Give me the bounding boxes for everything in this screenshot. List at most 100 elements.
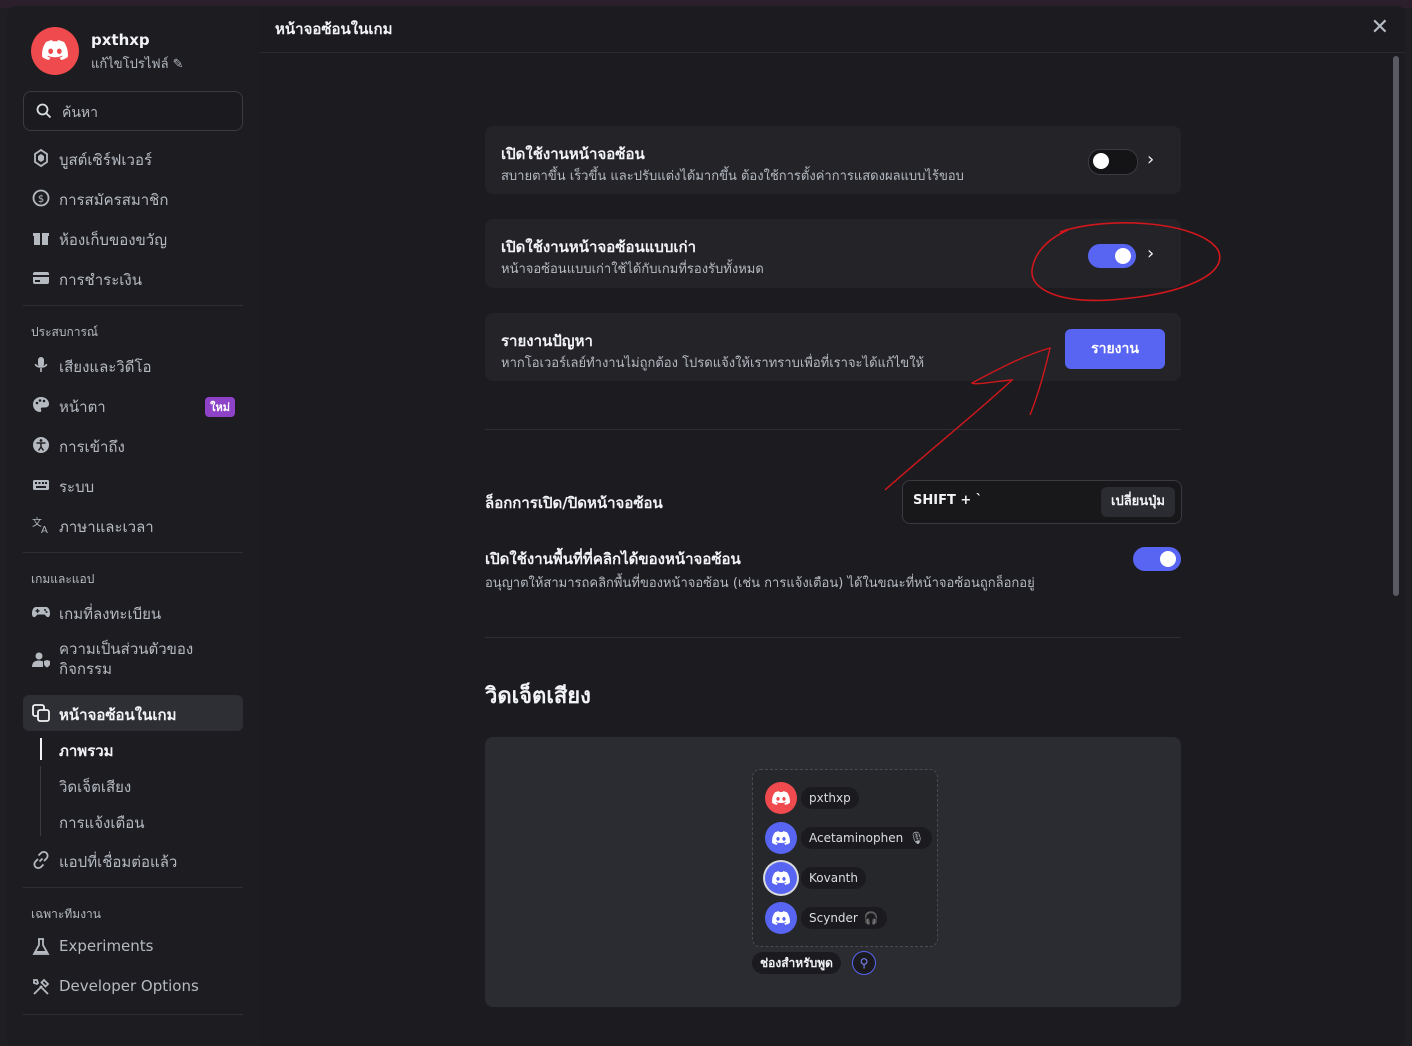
sidebar-item-label: ระบบ bbox=[59, 478, 95, 496]
voice-widget: pxthxp Acetaminophen 🎙 Kovanth Scynder 🎧 bbox=[752, 769, 938, 947]
keybind-value: SHIFT + ` bbox=[913, 493, 983, 508]
subnav-indicator-active bbox=[40, 738, 42, 760]
section-divider bbox=[485, 429, 1181, 430]
boost-gem-icon bbox=[34, 148, 48, 168]
headset-muted-icon: 🎧 bbox=[863, 911, 879, 925]
sidebar-item-server-boost[interactable]: บูสต์เซิร์ฟเวอร์ bbox=[23, 140, 243, 176]
sidebar-item-label: เสียงและวิดีโอ bbox=[59, 358, 152, 376]
tools-icon bbox=[33, 978, 50, 995]
subnav-overview[interactable]: ภาพรวม bbox=[59, 739, 114, 763]
voice-user-name: Kovanth bbox=[801, 867, 866, 889]
avatar bbox=[765, 782, 797, 814]
gamepad-icon bbox=[32, 607, 50, 618]
section-title-staff-only: เฉพาะทีมงาน bbox=[31, 907, 101, 921]
sidebar-item-subscriptions[interactable]: $ การสมัครสมาชิก bbox=[23, 180, 243, 216]
report-issue-description: หากโอเวอร์เลย์ทำงานไม่ถูกต้อง โปรดแจ้งให… bbox=[501, 356, 925, 371]
section-title-games-apps: เกมและแอป bbox=[31, 572, 95, 586]
sidebar-divider bbox=[23, 1014, 243, 1015]
discord-logo-icon bbox=[772, 791, 790, 805]
voice-user-name: pxthxp bbox=[801, 787, 859, 809]
sidebar-item-registered-games[interactable]: เกมที่ลงทะเบียน bbox=[23, 594, 243, 630]
settings-window: pxthxp แก้ไขโปรไฟล์ ✎ ค้นหา บูสต์เซิร์ฟเว… bbox=[7, 6, 1405, 1046]
voice-user-name: Acetaminophen 🎙 bbox=[801, 827, 933, 849]
pin-icon[interactable]: ⚲ bbox=[852, 951, 876, 975]
enable-overlay-title: เปิดใช้งานหน้าจอซ้อน bbox=[501, 145, 645, 163]
sidebar-item-developer-options[interactable]: Developer Options bbox=[23, 969, 243, 1005]
change-keybind-button[interactable]: เปลี่ยนปุ่ม bbox=[1101, 487, 1175, 517]
sidebar-item-language-time[interactable]: 文A ภาษาและเวลา bbox=[23, 507, 243, 543]
sidebar-item-label: ความเป็นส่วนตัวของกิจกรรม bbox=[59, 640, 194, 678]
edit-profile-link[interactable]: แก้ไขโปรไฟล์ ✎ bbox=[91, 53, 184, 74]
sidebar-item-appearance[interactable]: หน้าตา ใหม่ bbox=[23, 387, 243, 423]
sidebar-item-label: การเข้าถึง bbox=[59, 438, 125, 456]
toggle-knob bbox=[1093, 153, 1109, 169]
pencil-icon: ✎ bbox=[172, 57, 184, 72]
chevron-right-icon[interactable]: › bbox=[1147, 149, 1154, 170]
profile-username: pxthxp bbox=[91, 31, 150, 49]
search-placeholder: ค้นหา bbox=[62, 105, 99, 121]
close-button[interactable]: ✕ bbox=[1371, 17, 1389, 39]
scrollbar-thumb[interactable] bbox=[1393, 56, 1399, 596]
sidebar-divider bbox=[23, 887, 243, 888]
search-icon bbox=[36, 103, 52, 119]
sidebar-item-game-overlay[interactable]: หน้าจอซ้อนในเกม bbox=[23, 695, 243, 731]
sidebar-item-voice-video[interactable]: เสียงและวิดีโอ bbox=[23, 347, 243, 383]
keybind-field[interactable]: SHIFT + ` เปลี่ยนปุ่ม bbox=[902, 480, 1182, 524]
toggle-knob bbox=[1160, 551, 1176, 567]
sidebar-item-activity-privacy[interactable]: ความเป็นส่วนตัวของกิจกรรม bbox=[23, 636, 243, 684]
avatar bbox=[765, 902, 797, 934]
enable-overlay-toggle[interactable] bbox=[1088, 149, 1138, 175]
flask-icon bbox=[32, 938, 50, 955]
subnav-voice-widget[interactable]: วิดเจ็ตเสียง bbox=[59, 775, 131, 799]
new-badge: ใหม่ bbox=[205, 397, 235, 417]
clickable-zones-toggle[interactable] bbox=[1133, 547, 1181, 571]
accessibility-icon bbox=[33, 437, 49, 453]
svg-text:A: A bbox=[41, 525, 48, 535]
sidebar-item-label: ภาษาและเวลา bbox=[59, 518, 154, 536]
discord-logo-icon bbox=[772, 911, 790, 925]
sidebar-divider bbox=[23, 305, 243, 306]
clickable-zones-description: อนุญาตให้สามารถคลิกพื้นที่ของหน้าจอซ้อน … bbox=[485, 576, 1035, 591]
person-shield-icon bbox=[32, 652, 50, 668]
legacy-overlay-card[interactable]: เปิดใช้งานหน้าจอซ้อนแบบเก่า หน้าจอซ้อนแบ… bbox=[485, 219, 1181, 288]
legacy-overlay-description: หน้าจอซ้อนแบบเก่าใช้ได้กับเกมที่รองรับทั… bbox=[501, 262, 764, 277]
sidebar-item-accessibility[interactable]: การเข้าถึง bbox=[23, 427, 243, 463]
credit-card-icon bbox=[33, 272, 49, 284]
subnav-indicator bbox=[40, 766, 41, 836]
sidebar-item-experiments[interactable]: Experiments bbox=[23, 929, 243, 965]
sidebar-item-label: Experiments bbox=[59, 937, 154, 955]
translate-icon: 文A bbox=[32, 516, 48, 535]
section-title-experience: ประสบการณ์ bbox=[31, 325, 99, 339]
legacy-overlay-title: เปิดใช้งานหน้าจอซ้อนแบบเก่า bbox=[501, 238, 697, 256]
sidebar-item-connected-apps[interactable]: แอปที่เชื่อมต่อแล้ว bbox=[23, 842, 243, 878]
enable-overlay-description: สบายตาขึ้น เร็วขึ้น และปรับแต่งได้มากขึ้… bbox=[501, 169, 964, 184]
subnav-notifications[interactable]: การแจ้งเตือน bbox=[59, 811, 144, 835]
report-issue-title: รายงานปัญหา bbox=[501, 332, 593, 350]
palette-icon bbox=[33, 397, 49, 412]
enable-overlay-card[interactable]: เปิดใช้งานหน้าจอซ้อน สบายตาขึ้น เร็วขึ้น… bbox=[485, 126, 1181, 194]
sidebar-item-label: เกมที่ลงทะเบียน bbox=[59, 605, 162, 623]
lock-overlay-title: ล็อกการเปิด/ปิดหน้าจอซ้อน bbox=[485, 494, 663, 512]
legacy-overlay-toggle[interactable] bbox=[1088, 244, 1136, 268]
report-button[interactable]: รายงาน bbox=[1065, 329, 1165, 369]
clickable-zones-title: เปิดใช้งานพื้นที่ที่คลิกได้ของหน้าจอซ้อน bbox=[485, 550, 741, 568]
link-icon bbox=[33, 850, 49, 870]
sidebar-item-billing[interactable]: การชำระเงิน bbox=[23, 260, 243, 296]
sidebar-item-label: การสมัครสมาชิก bbox=[59, 191, 169, 209]
avatar[interactable] bbox=[31, 27, 79, 75]
chevron-right-icon[interactable]: › bbox=[1147, 243, 1154, 264]
sidebar-item-label: แอปที่เชื่อมต่อแล้ว bbox=[59, 853, 178, 871]
search-input[interactable]: ค้นหา bbox=[23, 91, 243, 131]
toggle-knob bbox=[1115, 248, 1131, 264]
sidebar-item-gift-inventory[interactable]: ห้องเก็บของขวัญ bbox=[23, 220, 243, 256]
voice-widget-preview: pxthxp Acetaminophen 🎙 Kovanth Scynder 🎧… bbox=[485, 737, 1181, 1007]
sidebar-item-label: ห้องเก็บของขวัญ bbox=[59, 231, 167, 249]
sidebar-item-label: หน้าตา bbox=[59, 398, 106, 416]
sidebar-item-system[interactable]: ระบบ bbox=[23, 467, 243, 503]
channel-label: ช่องสำหรับพูด bbox=[752, 952, 841, 974]
avatar-speaking bbox=[765, 862, 797, 894]
discord-logo-icon bbox=[772, 871, 790, 885]
discord-logo-icon bbox=[42, 40, 68, 60]
mic-muted-icon: 🎙 bbox=[909, 831, 925, 845]
section-divider bbox=[485, 637, 1181, 638]
